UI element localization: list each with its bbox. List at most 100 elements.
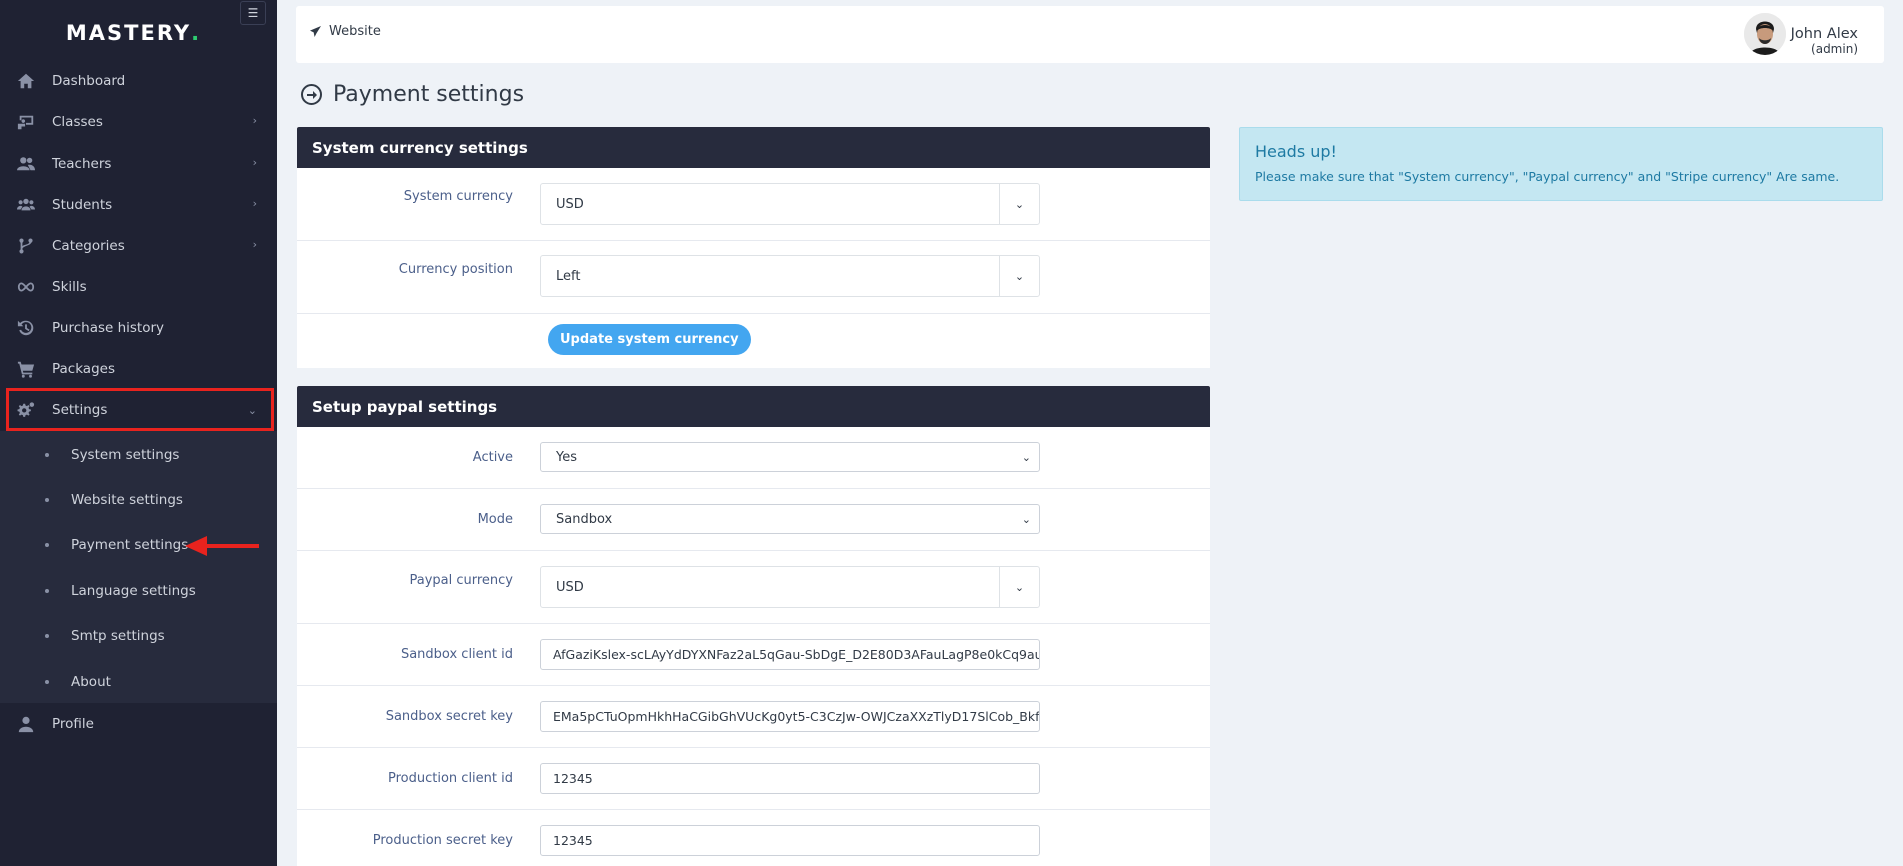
sidebar-collapse-button[interactable]: ☰ [240,1,266,25]
submenu-item-label: Smtp settings [71,628,165,644]
paper-plane-icon [310,26,321,37]
sidebar-item-students[interactable]: Students › [0,184,277,225]
select-value: USD [556,196,584,212]
avatar[interactable] [1744,13,1786,55]
update-system-currency-button[interactable]: Update system currency [548,324,751,355]
user-group-icon [15,196,37,214]
chevron-right-icon: › [252,197,257,210]
system-currency-card: System currency settings System currency… [297,127,1210,368]
submenu-item-label: System settings [71,447,180,463]
sidebar-item-packages[interactable]: Packages [0,348,277,389]
sandbox-client-id-row: Sandbox client id AfGaziKslex-scLAyYdDYX… [297,624,1210,686]
sandbox-secret-key-label: Sandbox secret key [385,709,513,724]
sidebar-item-dashboard[interactable]: Dashboard [0,60,277,101]
avatar-image [1744,13,1786,55]
update-button-row: Update system currency [297,314,1210,368]
user-role: (admin) [1811,42,1858,56]
bullet-icon [45,680,49,684]
bullet-icon [45,589,49,593]
logo[interactable]: MASTERY. [0,0,277,66]
chevron-down-icon: ⌄ [999,184,1039,224]
bullet-icon [45,453,49,457]
paypal-currency-select[interactable]: USD ⌄ [540,566,1040,608]
website-link[interactable]: Website [310,24,381,39]
website-link-label: Website [329,24,381,39]
sidebar-item-label: Settings [52,401,108,418]
sandbox-secret-key-input[interactable]: EMa5pCTuOpmHkhHaCGibGhVUcKg0yt5-C3CzJw-O… [540,701,1040,732]
currency-position-label: Currency position [398,262,513,277]
production-client-id-label: Production client id [388,771,513,786]
sidebar-item-skills[interactable]: Skills [0,266,277,307]
card-header: System currency settings [297,127,1210,168]
heads-up-alert: Heads up! Please make sure that "System … [1239,127,1883,201]
chalkboard-icon [15,113,37,131]
submenu-item-smtp-settings[interactable]: Smtp settings [0,616,277,656]
card-header: Setup paypal settings [297,386,1210,427]
currency-position-select[interactable]: Left ⌄ [540,255,1040,297]
submenu-item-about[interactable]: About [0,662,277,702]
branch-icon [15,237,37,255]
sidebar-item-classes[interactable]: Classes › [0,101,277,142]
sandbox-client-id-input[interactable]: AfGaziKslex-scLAyYdDYXNFaz2aL5qGau-SbDgE… [540,639,1040,670]
mode-label: Mode [477,512,513,527]
sandbox-secret-key-row: Sandbox secret key EMa5pCTuOpmHkhHaCGibG… [297,686,1210,748]
logo-text: MASTERY [65,21,192,45]
currency-position-row: Currency position Left ⌄ [297,241,1210,314]
alert-title: Heads up! [1255,142,1337,161]
active-label: Active [472,450,513,465]
bullet-icon [45,498,49,502]
production-client-id-input[interactable]: 12345 [540,763,1040,794]
submenu-item-label: Language settings [71,583,196,599]
chevron-down-icon: ⌄ [999,567,1039,607]
production-secret-key-input[interactable]: 12345 [540,825,1040,856]
sidebar-item-label: Profile [52,715,94,732]
active-select[interactable]: Yes ⌄ [540,442,1040,472]
user-icon [15,715,37,733]
paypal-currency-label: Paypal currency [409,573,513,588]
red-arrow-icon [185,536,259,556]
bullet-icon [45,543,49,547]
chevron-down-icon: ⌄ [999,256,1039,296]
submenu-item-website-settings[interactable]: Website settings [0,480,277,520]
history-icon [15,319,37,337]
chevron-down-icon: ⌄ [1021,450,1031,464]
select-value: USD [556,579,584,595]
infinity-icon [15,278,37,296]
cart-icon [15,360,37,378]
chevron-right-icon: › [252,156,257,169]
sidebar-item-teachers[interactable]: Teachers › [0,143,277,184]
page-title: Payment settings [301,82,524,107]
sidebar-item-categories[interactable]: Categories › [0,225,277,266]
system-currency-row: System currency USD ⌄ [297,168,1210,241]
logo-dot: . [191,21,202,45]
users-icon [15,155,37,173]
sidebar-item-label: Classes [52,113,103,130]
topbar: Website John Alex (admin) [296,6,1884,63]
alert-text: Please make sure that "System currency",… [1255,169,1840,184]
chevron-down-icon: ⌄ [1021,512,1031,526]
submenu-item-label: About [71,674,111,690]
system-currency-select[interactable]: USD ⌄ [540,183,1040,225]
production-client-id-row: Production client id 12345 [297,748,1210,810]
gears-icon [15,401,37,419]
chevron-down-icon: ⌄ [247,404,257,417]
paypal-settings-card: Setup paypal settings Active Yes ⌄ Mode … [297,386,1210,866]
chevron-right-icon: › [252,238,257,251]
sidebar-item-purchase-history[interactable]: Purchase history [0,307,277,348]
sidebar-item-label: Teachers [52,155,112,172]
sidebar-item-settings[interactable]: Settings ⌄ [6,388,274,431]
system-currency-label: System currency [403,189,513,204]
home-icon [15,72,37,90]
submenu-item-system-settings[interactable]: System settings [0,435,277,475]
page-title-text: Payment settings [333,82,525,107]
paypal-active-row: Active Yes ⌄ [297,427,1210,489]
select-value: Yes [556,449,577,465]
sandbox-client-id-label: Sandbox client id [400,647,513,662]
sidebar-item-profile[interactable]: Profile [0,703,277,744]
arrow-circle-right-icon [301,84,322,105]
select-value: Left [556,268,581,284]
submenu-item-language-settings[interactable]: Language settings [0,571,277,611]
user-name[interactable]: John Alex [1791,26,1858,42]
mode-select[interactable]: Sandbox ⌄ [540,504,1040,534]
paypal-currency-row: Paypal currency USD ⌄ [297,551,1210,624]
